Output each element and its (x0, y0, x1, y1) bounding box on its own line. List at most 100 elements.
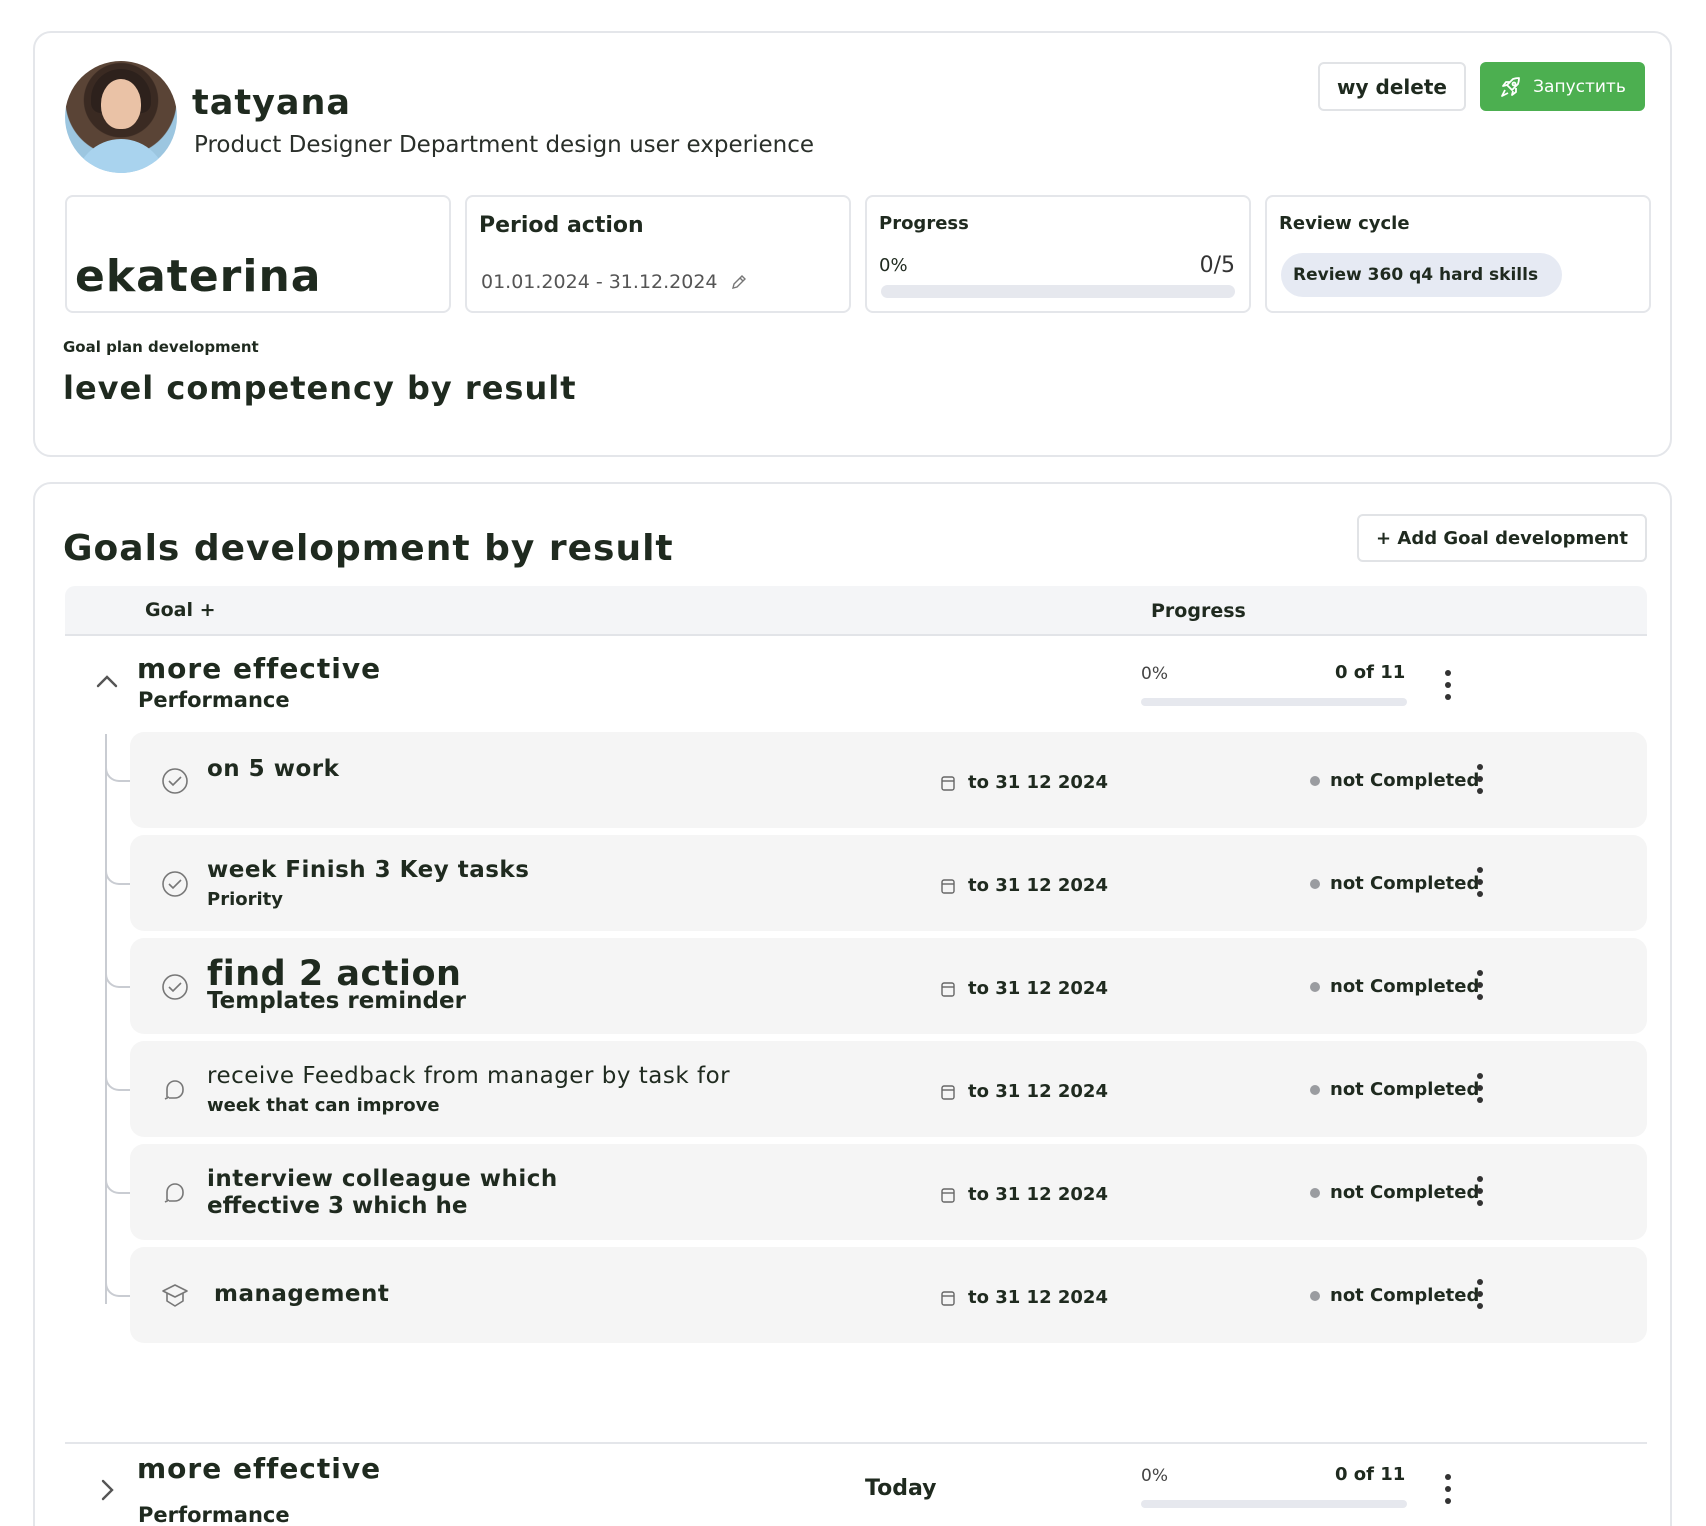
owner-name: ekaterina (75, 251, 322, 302)
check-circle-icon (162, 768, 188, 794)
calendar-icon (941, 1290, 955, 1306)
more-menu-icon[interactable] (1475, 764, 1485, 794)
review-chip[interactable]: Review 360 q4 hard skills (1281, 253, 1563, 297)
add-goal-button[interactable]: + Add Goal development (1357, 514, 1647, 562)
group-subtitle: Performance (138, 1503, 290, 1526)
item-subtitle: effective 3 which he (207, 1193, 468, 1219)
column-goal[interactable]: Goal + (145, 599, 216, 621)
graduation-cap-icon (162, 1284, 188, 1307)
check-circle-icon (162, 871, 188, 897)
owner-card: ekaterina (65, 195, 451, 313)
item-due-date: to 31 12 2024 (940, 1287, 1108, 1308)
item-subtitle: week that can improve (207, 1095, 440, 1116)
calendar-icon (941, 981, 955, 997)
more-menu-icon[interactable] (1475, 970, 1485, 1000)
tree-connector (105, 734, 107, 1304)
review-card: Review cycle Review 360 q4 hard skills (1265, 195, 1651, 313)
more-menu-icon[interactable] (1443, 1474, 1453, 1504)
progress-percent: 0% (879, 255, 908, 276)
item-title: on 5 work (207, 756, 340, 782)
avatar[interactable] (65, 61, 177, 173)
progress-card: Progress 0% 0/5 (865, 195, 1251, 313)
item-date-text: to 31 12 2024 (968, 1287, 1108, 1308)
item-subtitle: Templates reminder (207, 988, 466, 1014)
period-card: Period action 01.01.2024 - 31.12.2024 (465, 195, 851, 313)
status-badge: not Completed (1310, 1285, 1479, 1306)
launch-button[interactable]: Запустить (1480, 62, 1645, 111)
goal-item[interactable]: interview colleague which effective 3 wh… (105, 1144, 1647, 1240)
status-badge: not Completed (1310, 976, 1479, 997)
status-text: not Completed (1330, 1079, 1480, 1100)
goal-item[interactable]: find 2 action Templates reminder to 31 1… (105, 938, 1647, 1034)
goal-group-row[interactable]: more effective Performance Today 0% 0 of… (65, 1442, 1647, 1526)
tree-branch (105, 861, 130, 885)
status-text: not Completed (1330, 770, 1480, 791)
goal-item[interactable]: management to 31 12 2024 not Completed (105, 1247, 1647, 1343)
progress-count: 0/5 (1199, 253, 1235, 278)
group-count: 0 of 11 (1335, 1464, 1406, 1485)
delete-button[interactable]: wy delete (1318, 62, 1466, 111)
status-badge: not Completed (1310, 1079, 1479, 1100)
column-progress: Progress (1151, 600, 1246, 622)
chevron-up-icon[interactable] (93, 668, 121, 696)
tree-branch (105, 1067, 130, 1091)
status-text: not Completed (1330, 976, 1480, 997)
calendar-icon (941, 878, 955, 894)
item-date-text: to 31 12 2024 (968, 978, 1108, 999)
status-text: not Completed (1330, 873, 1480, 894)
more-menu-icon[interactable] (1475, 1279, 1485, 1309)
feedback-icon (164, 1080, 184, 1100)
goal-item[interactable]: on 5 work to 31 12 2024 not Completed (105, 732, 1647, 828)
group-subtitle: Performance (138, 688, 290, 712)
group-percent: 0% (1141, 664, 1168, 684)
group-title: more effective (137, 1452, 382, 1485)
tree-branch (105, 758, 130, 782)
item-due-date: to 31 12 2024 (940, 978, 1108, 999)
profile-card: tatyana Product Designer Department desi… (33, 31, 1672, 457)
user-role: Product Designer Department design user … (194, 132, 815, 158)
tree-branch (105, 1170, 130, 1194)
goals-card: Goals development by result + Add Goal d… (33, 482, 1672, 1526)
goal-item[interactable]: receive Feedback from manager by task fo… (105, 1041, 1647, 1137)
status-badge: not Completed (1310, 873, 1479, 894)
progress-title: Progress (879, 213, 969, 234)
goal-group-row[interactable]: more effective Performance 0% 0 of 11 (65, 642, 1647, 732)
calendar-icon (941, 1187, 955, 1203)
group-progress-bar (1141, 1500, 1407, 1508)
goal-item[interactable]: week Finish 3 Key tasks Priority to 31 1… (105, 835, 1647, 931)
pencil-icon[interactable] (730, 273, 748, 291)
group-today-label: Today (865, 1476, 937, 1501)
chevron-right-icon[interactable] (93, 1476, 121, 1504)
item-date-text: to 31 12 2024 (968, 1184, 1108, 1205)
calendar-icon (941, 775, 955, 791)
item-due-date: to 31 12 2024 (940, 1184, 1108, 1205)
item-due-date: to 31 12 2024 (940, 875, 1108, 896)
status-text: not Completed (1330, 1182, 1480, 1203)
user-name: tatyana (192, 83, 352, 123)
item-date-text: to 31 12 2024 (968, 1081, 1108, 1102)
status-text: not Completed (1330, 1285, 1480, 1306)
progress-bar (881, 285, 1235, 298)
plan-label: Goal plan development (63, 338, 259, 356)
tree-branch (105, 1273, 130, 1297)
launch-label: Запустить (1533, 76, 1626, 97)
group-title: more effective (137, 652, 382, 685)
more-menu-icon[interactable] (1475, 867, 1485, 897)
table-header: Goal + Progress (65, 586, 1647, 636)
more-menu-icon[interactable] (1475, 1073, 1485, 1103)
period-dates: 01.01.2024 - 31.12.2024 (481, 271, 718, 293)
more-menu-icon[interactable] (1475, 1176, 1485, 1206)
item-date-text: to 31 12 2024 (968, 875, 1108, 896)
item-title: interview colleague which (207, 1166, 558, 1192)
period-title: Period action (479, 213, 644, 238)
more-menu-icon[interactable] (1443, 670, 1453, 700)
check-circle-icon (162, 974, 188, 1000)
tree-branch (105, 964, 130, 988)
item-title: management (214, 1281, 390, 1307)
period-dates-field[interactable]: 01.01.2024 - 31.12.2024 (481, 271, 748, 293)
item-title: receive Feedback from manager by task fo… (207, 1063, 731, 1089)
group-progress-bar (1141, 698, 1407, 706)
item-date-text: to 31 12 2024 (968, 772, 1108, 793)
item-due-date: to 31 12 2024 (940, 772, 1108, 793)
status-badge: not Completed (1310, 1182, 1479, 1203)
